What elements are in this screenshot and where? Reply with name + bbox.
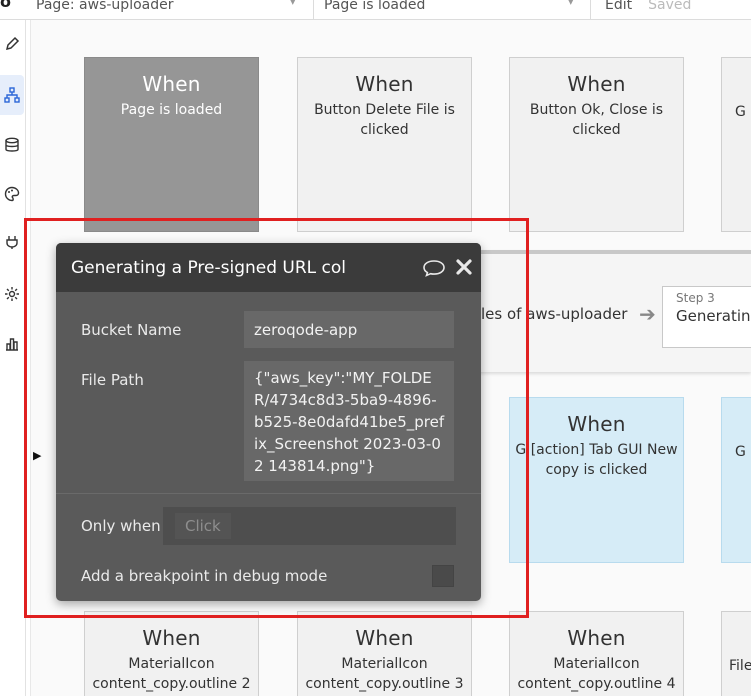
database-icon[interactable] (0, 131, 24, 159)
event-when-label: When (567, 626, 626, 650)
event-card-materialicon-4[interactable]: When MaterialIcon content_copy.outline 4 (509, 611, 684, 696)
event-when-label: When (355, 72, 414, 96)
event-description: Button Delete File is clicked (314, 102, 455, 138)
event-description: MaterialIcon content_copy.outline 3 (305, 656, 464, 692)
step-2-label[interactable]: les of aws-uploader (481, 305, 627, 323)
event-when-label: When (142, 72, 201, 96)
event-description: Page is loaded (120, 102, 223, 118)
page-selector[interactable]: Page: aws-uploader ▾ (36, 0, 306, 19)
left-sidebar (0, 20, 26, 696)
gear-icon[interactable] (0, 280, 24, 308)
saved-status: Saved (648, 0, 692, 13)
event-description: G [ (735, 104, 751, 120)
event-card-page-loaded[interactable]: When Page is loaded (84, 57, 259, 232)
plugin-icon[interactable] (0, 228, 24, 256)
event-selector-label: Page is loaded (324, 0, 426, 13)
palette-icon[interactable] (0, 180, 24, 208)
event-card-partial[interactable]: G [ (721, 397, 751, 563)
breakpoint-label: Add a breakpoint in debug mode (81, 567, 328, 585)
action-property-panel: Generating a Pre-signed URL col Bucket N… (56, 243, 481, 601)
event-card-materialicon-3[interactable]: When MaterialIcon content_copy.outline 3 (297, 611, 472, 696)
workflow-actions-strip: les of aws-uploader ➔ Step 3 Generating (467, 250, 751, 372)
pencil-icon[interactable] (0, 30, 24, 58)
event-description: MaterialIcon content_copy.outline 4 (517, 656, 676, 692)
event-card-tab-gui[interactable]: When G [action] Tab GUI New copy is clic… (509, 397, 684, 563)
panel-divider (56, 493, 481, 494)
event-card-delete-file[interactable]: When Button Delete File is clicked (297, 57, 472, 232)
caret-right-icon[interactable]: ▶ (33, 449, 41, 462)
only-when-placeholder[interactable]: Click (175, 513, 231, 539)
event-card-materialicon-2[interactable]: When MaterialIcon content_copy.outline 2 (84, 611, 259, 696)
event-when-label: When (355, 626, 414, 650)
page-selector-label: Page: aws-uploader (36, 0, 174, 13)
event-description: MaterialIcon content_copy.outline 2 (92, 656, 251, 692)
close-icon[interactable] (455, 258, 473, 276)
edit-status: Edit Saved (590, 0, 751, 19)
event-card-partial[interactable]: File (721, 611, 751, 696)
event-description: G [action] Tab GUI New copy is clicked (515, 442, 678, 478)
edit-menu[interactable]: Edit (605, 0, 632, 13)
workflow-icon[interactable] (0, 75, 24, 115)
event-when-label: When (567, 72, 626, 96)
bucket-name-label: Bucket Name (81, 321, 182, 339)
bucket-name-field[interactable]: zeroqode-app (244, 311, 454, 348)
step-3-card[interactable]: Step 3 Generating (662, 286, 751, 348)
event-when-label: When (567, 412, 626, 436)
file-path-field[interactable]: {"aws_key":"MY_FOLDER/4734c8d3-5ba9-4896… (244, 361, 454, 481)
event-description: File (729, 658, 751, 674)
event-when-label (729, 626, 751, 652)
chevron-down-icon: ▾ (290, 0, 296, 8)
event-description: G [ (735, 444, 751, 460)
event-card-partial[interactable]: G [ (721, 57, 751, 232)
step-3-title: Generating (676, 307, 751, 325)
event-selector[interactable]: Page is loaded ▾ (313, 0, 588, 19)
top-bar: o Page: aws-uploader ▾ Page is loaded ▾ … (0, 0, 751, 20)
event-when-label: When (142, 626, 201, 650)
event-card-ok-close[interactable]: When Button Ok, Close is clicked (509, 57, 684, 232)
panel-title: Generating a Pre-signed URL col (71, 257, 347, 278)
chart-icon[interactable] (0, 330, 24, 358)
chevron-down-icon: ▾ (568, 0, 574, 8)
arrow-right-icon: ➔ (639, 302, 656, 326)
event-description: Button Ok, Close is clicked (529, 102, 664, 138)
only-when-label: Only when (81, 517, 161, 535)
event-when-label (735, 72, 751, 98)
comment-icon[interactable] (422, 259, 446, 277)
only-when-field[interactable]: Click (163, 507, 456, 545)
step-3-number: Step 3 (676, 291, 715, 305)
panel-header[interactable]: Generating a Pre-signed URL col (56, 243, 481, 292)
file-path-label: File Path (81, 371, 144, 389)
app-logo: o (0, 0, 11, 11)
breakpoint-checkbox[interactable] (432, 565, 454, 587)
event-when-label (735, 412, 751, 438)
